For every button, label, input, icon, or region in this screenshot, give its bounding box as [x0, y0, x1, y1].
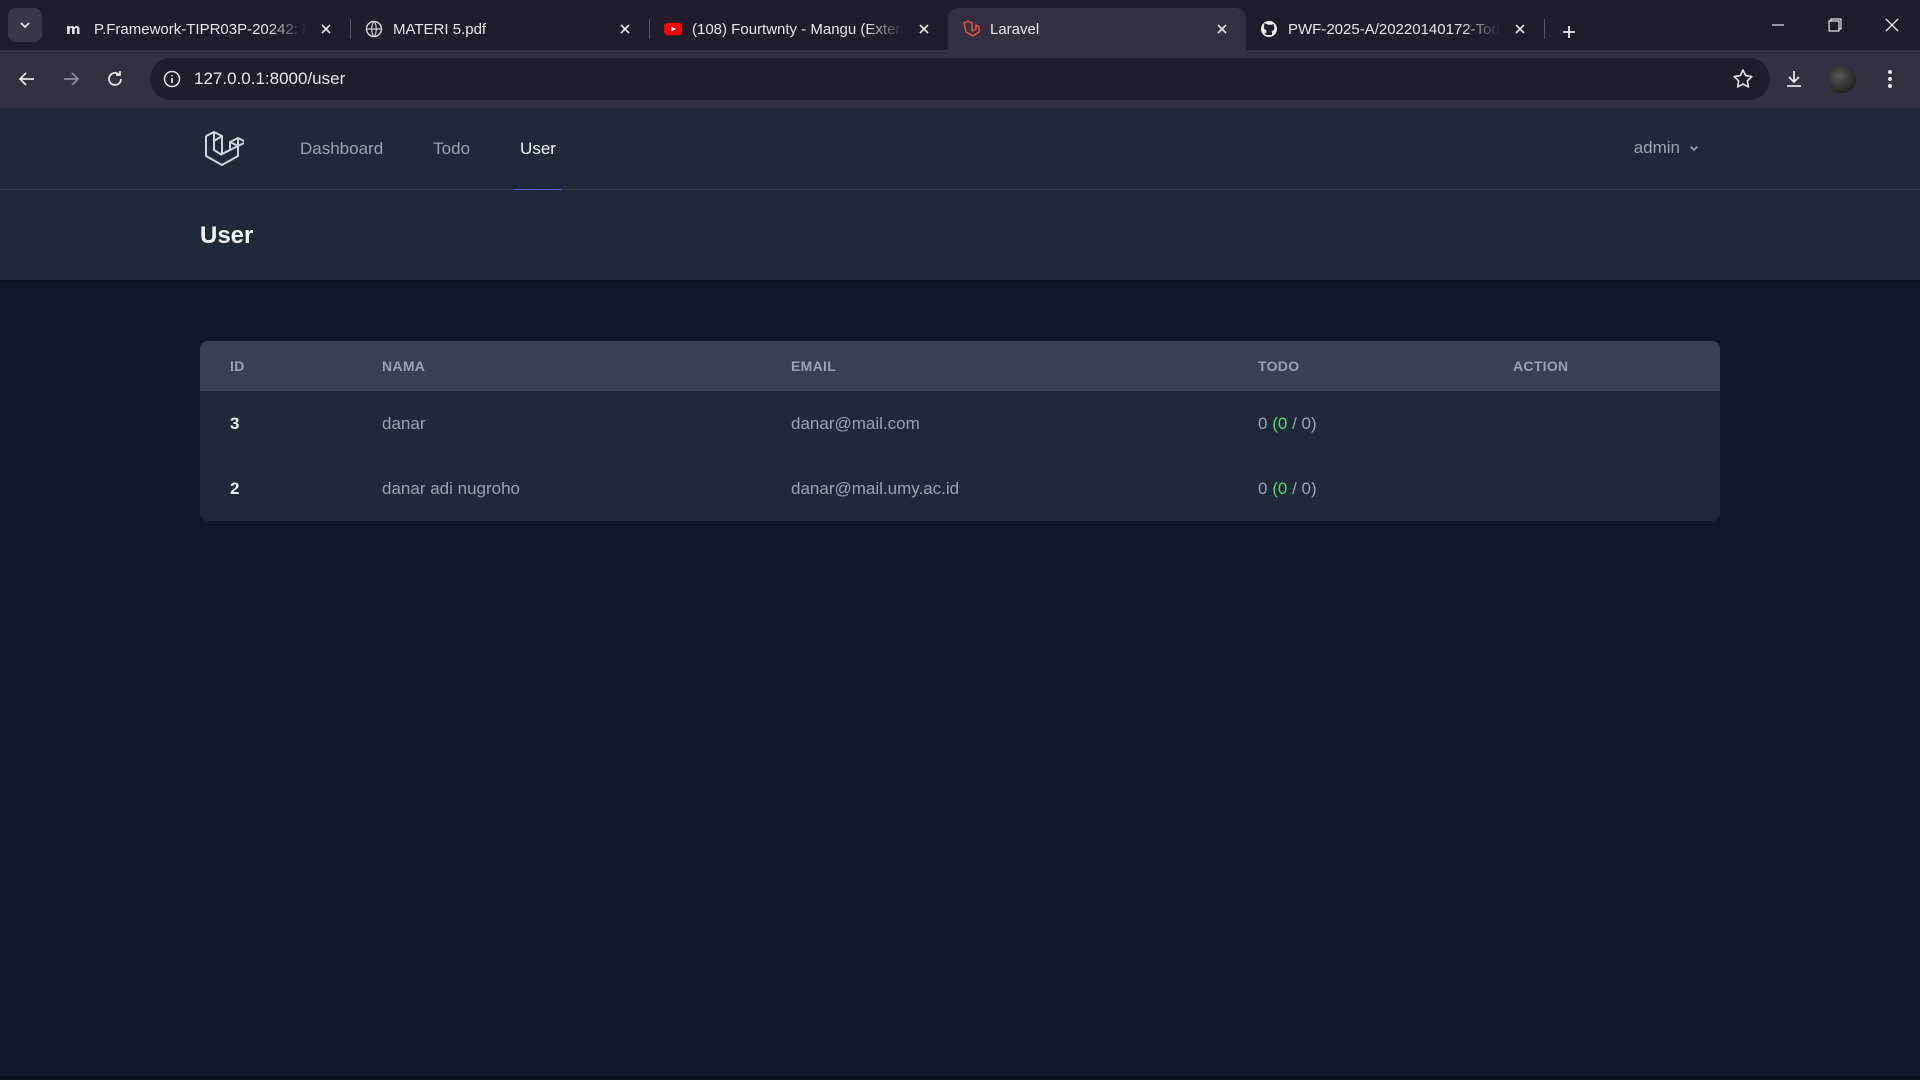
user-todo-count: 0 (0 / 0): [1258, 413, 1317, 433]
user-todo-count: 0 (0 / 0): [1258, 478, 1317, 498]
browser-tab-active[interactable]: Laravel: [948, 8, 1246, 50]
table-header-row: ID NAMA EMAIL TODO ACTION: [200, 341, 1720, 391]
github-icon: [1260, 20, 1278, 38]
restore-button[interactable]: [1806, 0, 1863, 50]
tab-title: Laravel: [990, 20, 1040, 38]
url-text[interactable]: 127.0.0.1:8000/user: [194, 69, 345, 89]
reload-button[interactable]: [95, 59, 135, 99]
todo-pending: 0: [1301, 413, 1311, 433]
table-row: 2 danar adi nugroho danar@mail.umy.ac.id…: [200, 456, 1720, 521]
close-window-button[interactable]: [1863, 0, 1920, 50]
new-tab-button[interactable]: [1551, 14, 1587, 50]
tab-title: P.Framework-TIPR03P-20242: P: [94, 20, 306, 38]
todo-done: 0: [1277, 413, 1288, 433]
browser-tab[interactable]: m P.Framework-TIPR03P-20242: P: [52, 8, 350, 50]
page-title: User: [200, 222, 254, 249]
site-info-icon[interactable]: [150, 70, 194, 88]
user-id: 3: [230, 413, 240, 433]
close-icon: [1885, 18, 1898, 32]
bottom-edge: [0, 1076, 1920, 1080]
user-email: danar@mail.umy.ac.id: [791, 478, 960, 498]
bookmark-star-icon[interactable]: [1732, 68, 1754, 95]
user-name: admin: [1633, 138, 1680, 157]
toolbar-actions: [1774, 59, 1910, 99]
plus-icon: [1563, 26, 1575, 38]
todo-pending: 0: [1301, 478, 1311, 498]
laravel-icon: [962, 20, 980, 38]
nav-todo[interactable]: Todo: [433, 108, 470, 190]
todo-done: 0: [1277, 478, 1288, 498]
todo-total: 0: [1258, 413, 1268, 433]
svg-text:m: m: [66, 22, 81, 38]
profile-button[interactable]: [1822, 59, 1862, 99]
window-controls: [1749, 0, 1920, 50]
user-action: [1483, 391, 1720, 456]
user-id: 2: [230, 478, 240, 498]
moodle-icon: m: [66, 20, 84, 38]
browser-toolbar: 127.0.0.1:8000/user: [0, 50, 1920, 108]
browser-tab[interactable]: (108) Fourtwnty - Mangu (Extended: [650, 8, 948, 50]
arrow-left-icon: [18, 72, 34, 86]
restore-icon: [1827, 18, 1842, 32]
tab-search-button[interactable]: [8, 8, 42, 42]
more-vertical-icon: [1888, 70, 1892, 88]
browser-tabstrip: m P.Framework-TIPR03P-20242: P MATERI 5.…: [0, 0, 1920, 50]
globe-icon: [365, 20, 383, 38]
main-nav: Dashboard Todo User: [300, 108, 561, 191]
browser-tab[interactable]: MATERI 5.pdf: [351, 8, 649, 50]
tab-divider: [1544, 19, 1545, 39]
app-navbar: Dashboard Todo User admin: [0, 108, 1920, 191]
chevron-down-icon: [20, 22, 30, 29]
user-name: danar: [382, 413, 426, 433]
users-table-card: ID NAMA EMAIL TODO ACTION 3 danar danar@…: [200, 341, 1720, 521]
tab-title: (108) Fourtwnty - Mangu (Extended: [692, 20, 904, 38]
user-action: [1483, 456, 1720, 521]
tab-title: MATERI 5.pdf: [393, 20, 487, 38]
todo-total: 0: [1258, 478, 1268, 498]
column-header-id: ID: [230, 358, 245, 374]
download-icon: [1787, 71, 1801, 87]
browser-tab[interactable]: PWF-2025-A/20220140172-Todo: [1246, 8, 1544, 50]
forward-button[interactable]: [51, 59, 91, 99]
users-table: ID NAMA EMAIL TODO ACTION 3 danar danar@…: [200, 341, 1720, 521]
arrow-right-icon: [64, 72, 80, 86]
laravel-logo-icon[interactable]: [204, 128, 247, 170]
minimize-icon: [1771, 24, 1784, 26]
chevron-down-icon: [1689, 145, 1699, 152]
close-icon[interactable]: [1212, 19, 1232, 39]
close-icon[interactable]: [615, 19, 635, 39]
nav-user[interactable]: User: [515, 108, 561, 191]
close-icon[interactable]: [316, 19, 336, 39]
downloads-button[interactable]: [1774, 59, 1814, 99]
youtube-icon: [664, 20, 682, 38]
column-header-action: ACTION: [1513, 358, 1569, 374]
close-icon[interactable]: [1510, 19, 1530, 39]
user-email: danar@mail.com: [791, 413, 920, 433]
page-header: User: [0, 190, 1920, 280]
column-header-email: EMAIL: [791, 358, 837, 374]
tab-list: m P.Framework-TIPR03P-20242: P MATERI 5.…: [52, 0, 1587, 50]
user-dropdown[interactable]: admin: [1634, 138, 1700, 158]
browser-menu-button[interactable]: [1870, 59, 1910, 99]
back-button[interactable]: [7, 59, 47, 99]
nav-dashboard[interactable]: Dashboard: [300, 108, 383, 190]
table-row: 3 danar danar@mail.com 0 (0 / 0): [200, 391, 1720, 456]
minimize-button[interactable]: [1749, 0, 1806, 50]
close-icon[interactable]: [914, 19, 934, 39]
reload-icon: [108, 71, 122, 86]
user-name: danar adi nugroho: [382, 478, 521, 498]
column-header-todo: TODO: [1258, 358, 1300, 374]
avatar: [1828, 65, 1856, 93]
address-bar[interactable]: 127.0.0.1:8000/user: [150, 58, 1770, 100]
tab-title: PWF-2025-A/20220140172-Todo: [1288, 20, 1500, 38]
column-header-nama: NAMA: [382, 358, 426, 374]
